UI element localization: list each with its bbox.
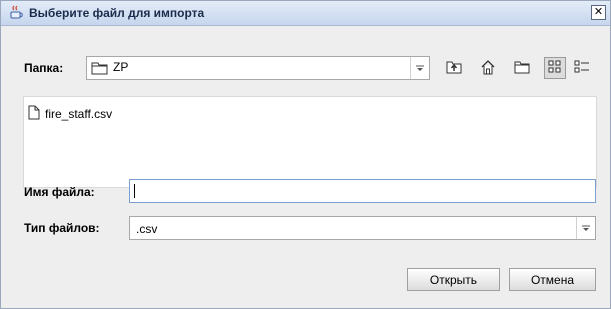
file-type-combobox[interactable]: .csv: [129, 216, 596, 240]
home-button[interactable]: [478, 58, 498, 78]
look-in-value: ZP: [113, 60, 129, 74]
list-view-button[interactable]: [544, 57, 566, 79]
window-title: Выберите файл для импорта: [29, 6, 205, 20]
folder-icon: [91, 61, 108, 78]
file-type-value: .csv: [136, 222, 158, 236]
file-list[interactable]: fire_staff.csv: [23, 96, 597, 188]
java-cup-icon: [10, 5, 24, 20]
look-in-label: Папка:: [24, 61, 64, 75]
file-icon: [28, 105, 40, 123]
details-view-icon: [574, 60, 590, 77]
file-type-label: Тип файлов:: [24, 221, 100, 235]
file-chooser-dialog: Выберите файл для импорта ✕ Папка: ZP fi…: [0, 0, 611, 309]
new-folder-icon: [514, 60, 530, 77]
look-in-combobox[interactable]: ZP: [86, 56, 430, 80]
up-one-level-icon: [446, 60, 462, 77]
cancel-button[interactable]: Отмена: [509, 268, 596, 291]
new-folder-button[interactable]: [512, 58, 532, 78]
list-item[interactable]: fire_staff.csv: [28, 105, 113, 123]
details-view-button[interactable]: [572, 58, 592, 78]
up-one-level-button[interactable]: [444, 58, 464, 78]
title-bar[interactable]: Выберите файл для импорта ✕: [1, 1, 610, 26]
text-caret: [134, 184, 135, 198]
home-icon: [480, 59, 496, 78]
file-name-input[interactable]: [129, 179, 596, 203]
close-icon: ✕: [593, 5, 604, 18]
file-name: fire_staff.csv: [45, 107, 113, 121]
file-name-label: Имя файла:: [24, 185, 95, 199]
dropdown-arrow-icon[interactable]: [410, 57, 429, 79]
open-button[interactable]: Открыть: [407, 268, 500, 291]
list-view-icon: [548, 60, 562, 77]
dropdown-arrow-icon[interactable]: [576, 217, 595, 239]
close-button[interactable]: ✕: [591, 5, 606, 20]
